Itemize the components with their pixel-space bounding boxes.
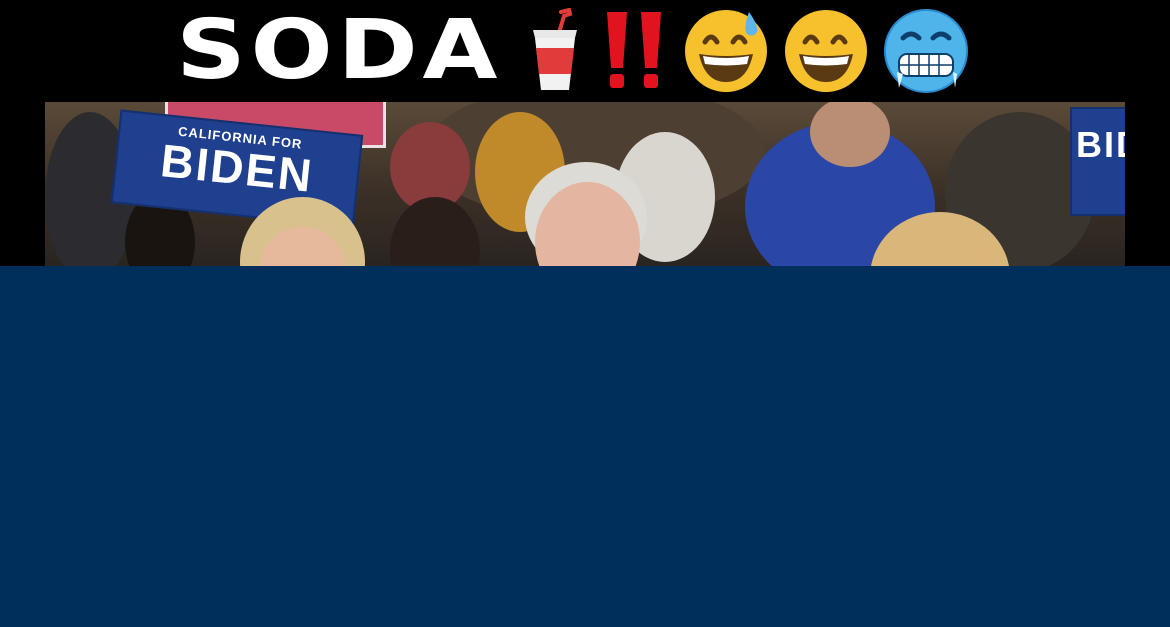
cold-face-icon — [883, 8, 969, 94]
caption-bar: SODA — [0, 0, 1170, 102]
grinning-sweat-face-icon — [683, 8, 769, 94]
grinning-face-icon — [783, 8, 869, 94]
rally-scene: CALIFORNIA FOR BIDEN BID — [45, 102, 1125, 266]
screenshot-page: SODA CALIFORNIA FOR BIDEN BI — [0, 0, 1170, 627]
empty-background-area — [0, 266, 1170, 627]
sign-right-big-text: BID — [1076, 124, 1125, 165]
caption-text: SODA — [175, 3, 503, 98]
campaign-sign-right: BID — [1070, 107, 1125, 216]
video-frame[interactable]: SODA CALIFORNIA FOR BIDEN BI — [0, 0, 1170, 266]
cup-with-straw-icon — [525, 8, 585, 94]
person-phone-holder — [390, 197, 480, 266]
double-exclamation-icon — [599, 8, 669, 94]
